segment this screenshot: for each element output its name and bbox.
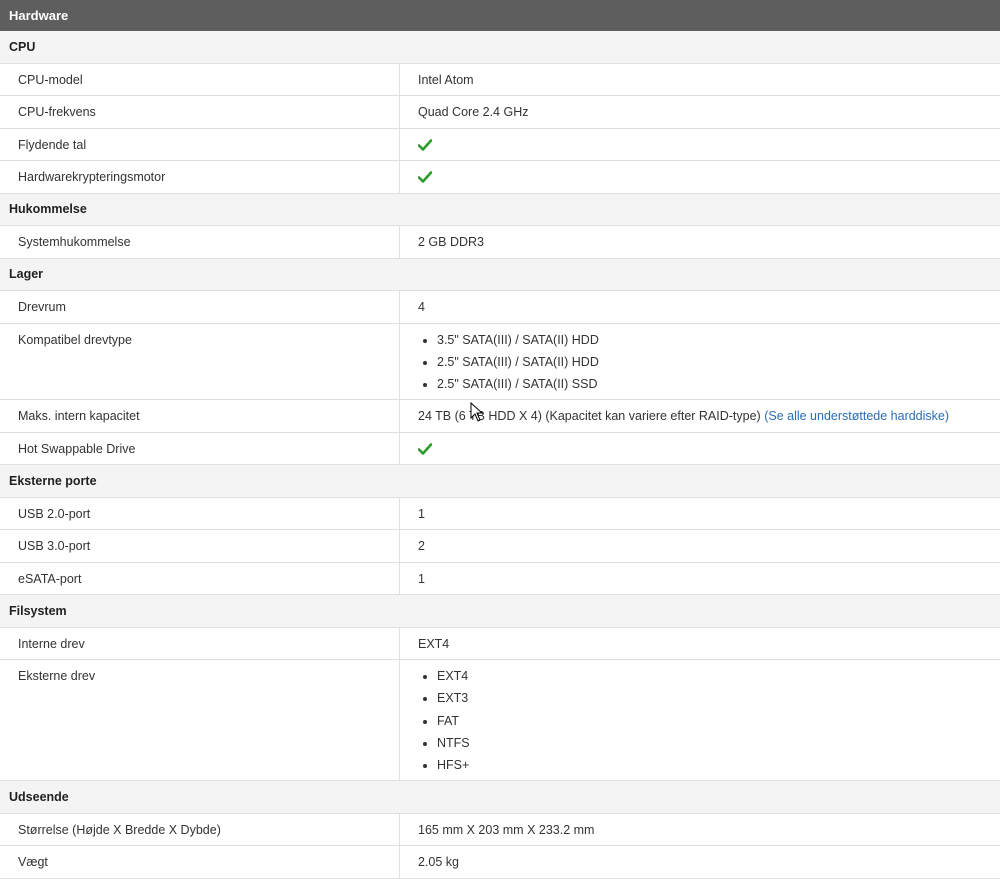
- list-item: 2.5" SATA(III) / SATA(II) SSD: [437, 373, 1000, 395]
- spec-value: Intel Atom: [400, 64, 1000, 96]
- spec-row: Hardwarekrypteringsmotor: [0, 161, 1000, 194]
- spec-label: Størrelse (Højde X Bredde X Dybde): [0, 813, 400, 846]
- spec-label: Hardwarekrypteringsmotor: [0, 161, 400, 193]
- section-header: Eksterne porte: [0, 465, 1000, 498]
- spec-value-text: EXT4: [418, 636, 450, 651]
- spec-value-text: 2: [418, 539, 425, 554]
- spec-label: CPU-model: [0, 63, 400, 95]
- supported-hdd-link[interactable]: (Se alle understøttede harddiske): [764, 409, 949, 423]
- spec-row: Systemhukommelse 2 GB DDR3: [0, 226, 1000, 259]
- spec-row: Interne drev EXT4: [0, 627, 1000, 661]
- spec-value-text: 1: [418, 571, 425, 586]
- hardware-title: Hardware: [9, 8, 69, 23]
- spec-label: Kompatibel drevtype: [0, 323, 400, 400]
- spec-value: 2.05 kg: [400, 846, 1000, 878]
- spec-row: Hot Swappable Drive: [0, 432, 1000, 466]
- section-header: Lager: [0, 258, 1000, 291]
- value-list: EXT4EXT3FATNTFSHFS+: [418, 665, 1000, 776]
- spec-row: Størrelse (Højde X Bredde X Dybde) 165 mm…: [0, 813, 1000, 847]
- list-item: NTFS: [437, 732, 1000, 754]
- spec-label: Maks. intern kapacitet: [0, 400, 400, 432]
- spec-value-text: 2 GB DDR3: [418, 235, 484, 249]
- spec-label: Eksterne drev: [0, 660, 400, 781]
- list-item: 2.5" SATA(III) / SATA(II) HDD: [437, 351, 1000, 373]
- check-icon: [418, 171, 432, 183]
- spec-label: Vægt: [0, 846, 400, 878]
- section-header: CPU: [0, 31, 1000, 64]
- check-icon: [418, 442, 432, 455]
- spec-label: USB 2.0-port: [0, 497, 400, 530]
- spec-value: [400, 433, 1000, 465]
- spec-value-text: 165 mm X 203 mm X 233.2 mm: [418, 822, 595, 837]
- spec-value: 1: [400, 563, 1000, 595]
- spec-value: 165 mm X 203 mm X 233.2 mm: [400, 814, 1000, 846]
- spec-label: CPU-frekvens: [0, 96, 400, 128]
- spec-value: 24 TB (6 TB HDD X 4) (Kapacitet kan vari…: [400, 400, 1000, 432]
- spec-row: eSATA-port 1: [0, 562, 1000, 596]
- spec-label: Flydende tal: [0, 128, 400, 160]
- spec-label: Drevrum: [0, 291, 400, 323]
- spec-row: CPU-frekvens Quad Core 2.4 GHz: [0, 96, 1000, 129]
- spec-label: eSATA-port: [0, 562, 400, 595]
- spec-value-text: 4: [418, 300, 425, 314]
- spec-value: [400, 129, 1000, 161]
- spec-value-text: Quad Core 2.4 GHz: [418, 105, 529, 119]
- spec-value-text: 2.05 kg: [418, 855, 460, 870]
- spec-value: EXT4: [400, 628, 1000, 660]
- check-icon: [418, 138, 432, 151]
- spec-row: Maks. intern kapacitet 24 TB (6 TB HDD X …: [0, 400, 1000, 433]
- spec-row: USB 3.0-port 2: [0, 530, 1000, 563]
- value-list: 3.5" SATA(III) / SATA(II) HDD2.5" SATA(I…: [418, 329, 1000, 396]
- mouse-cursor-icon: [470, 402, 484, 422]
- list-item: 3.5" SATA(III) / SATA(II) HDD: [437, 329, 1000, 351]
- spec-label: Hot Swappable Drive: [0, 432, 400, 465]
- spec-value: EXT4EXT3FATNTFSHFS+: [400, 660, 1000, 780]
- spec-value: Quad Core 2.4 GHz: [400, 96, 1000, 128]
- spec-value: 4: [400, 291, 1000, 323]
- list-item: HFS+: [437, 754, 1000, 776]
- spec-row: Eksterne drevEXT4EXT3FATNTFSHFS+: [0, 660, 1000, 782]
- spec-row: USB 2.0-port 1: [0, 497, 1000, 531]
- spec-value-text: Intel Atom: [418, 72, 474, 87]
- spec-table: CPU CPU-model Intel Atom CPU-frekvens Quad C…: [0, 31, 1000, 879]
- list-item: FAT: [437, 710, 1000, 732]
- spec-value: 3.5" SATA(III) / SATA(II) HDD2.5" SATA(I…: [400, 324, 1000, 400]
- spec-label: Systemhukommelse: [0, 226, 400, 258]
- spec-value: 2: [400, 530, 1000, 562]
- section-header: Filsystem: [0, 595, 1000, 628]
- spec-value: [400, 161, 1000, 193]
- list-item: EXT4: [437, 665, 1000, 687]
- spec-value: 2 GB DDR3: [400, 226, 1000, 258]
- spec-value-text: 1: [418, 506, 425, 521]
- spec-value: 1: [400, 498, 1000, 530]
- list-item: EXT3: [437, 687, 1000, 709]
- spec-row: Drevrum 4: [0, 291, 1000, 324]
- section-header: Hukommelse: [0, 193, 1000, 226]
- spec-label: USB 3.0-port: [0, 530, 400, 562]
- spec-row: CPU-model Intel Atom: [0, 63, 1000, 96]
- spec-label: Interne drev: [0, 627, 400, 660]
- spec-row: Flydende tal: [0, 128, 1000, 161]
- section-header: Udseende: [0, 781, 1000, 814]
- spec-row: Vægt 2.05 kg: [0, 846, 1000, 879]
- spec-row: Kompatibel drevtype 3.5" SATA(III) / SATA…: [0, 323, 1000, 401]
- hardware-header: Hardware: [0, 0, 1000, 31]
